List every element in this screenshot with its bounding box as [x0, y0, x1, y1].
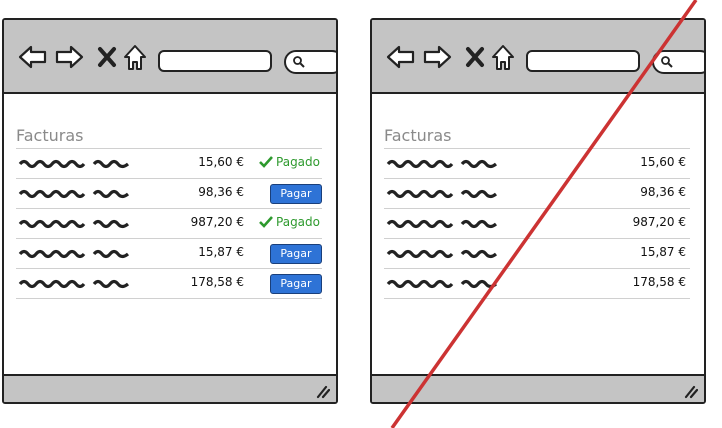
strike-through-line — [390, 0, 698, 428]
